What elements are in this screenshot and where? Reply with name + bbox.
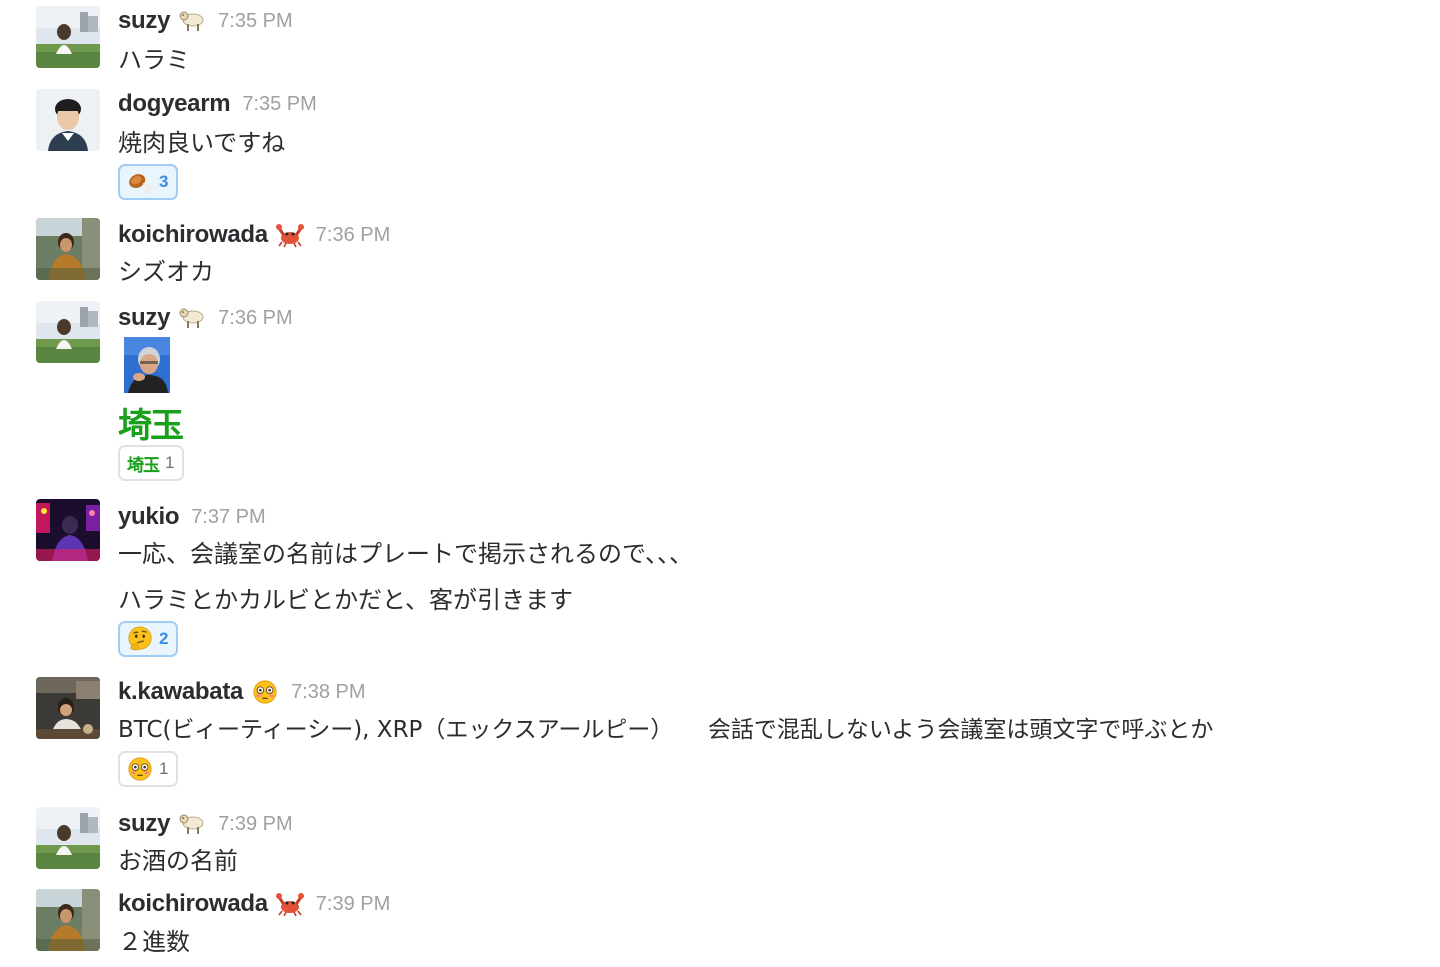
message-text: シズオカ [118,258,214,286]
message-header: koichirowada 7:39 PM [118,889,390,919]
avatar[interactable] [36,677,100,739]
sheep-icon [178,8,206,34]
reaction-count: 1 [159,759,169,778]
flushed-face-icon [251,679,279,705]
avatar[interactable] [36,301,100,363]
reaction-pill[interactable]: 埼玉 1 [118,445,185,481]
message-header: suzy 7:36 PM [118,303,293,333]
message-header: suzy 7:35 PM [118,6,293,36]
author-name[interactable]: suzy [118,7,170,35]
reaction-count: 1 [165,453,175,472]
message-text: ２進数 [118,928,190,956]
crab-icon [276,222,304,248]
timestamp[interactable]: 7:35 PM [242,93,316,116]
timestamp[interactable]: 7:36 PM [316,224,390,247]
saitama-custom-emoji: 埼玉 [118,406,184,446]
timestamp[interactable]: 7:36 PM [218,307,292,330]
timestamp[interactable]: 7:38 PM [291,681,365,704]
timestamp[interactable]: 7:37 PM [191,506,265,529]
author-name[interactable]: dogyearm [118,90,231,118]
author-name[interactable]: koichirowada [118,890,268,918]
author-name[interactable]: koichirowada [118,221,268,249]
message-text: ハラミ [118,46,190,74]
avatar[interactable] [36,89,100,151]
message-header: koichirowada 7:36 PM [118,220,390,250]
saitama-emoji: 埼玉 [127,455,160,476]
avatar[interactable] [36,499,100,561]
message-text: ハラミとかカルビとかだと、客が引きます [118,586,574,614]
reaction-count: 2 [159,629,169,648]
author-name[interactable]: k.kawabata [118,678,243,706]
message-header: yukio 7:37 PM [118,502,266,532]
message-text: お酒の名前 [118,847,238,875]
avatar[interactable] [36,6,100,68]
message-header: suzy 7:39 PM [118,809,293,839]
avatar[interactable] [36,807,100,869]
message-text: 焼肉良いですね [118,129,286,157]
portrait-emoji-image [124,337,170,393]
author-name[interactable]: yukio [118,503,179,531]
author-name[interactable]: suzy [118,304,170,332]
reaction-pill[interactable]: 3 [118,164,179,200]
avatar[interactable] [36,218,100,280]
message-header: k.kawabata 7:38 PM [118,677,366,707]
author-name[interactable]: suzy [118,810,170,838]
timestamp[interactable]: 7:35 PM [218,10,292,33]
thinking-face-icon [127,626,153,652]
message-text: BTC(ビィーティーシー), XRP（エックスアールピー） 会話で混乱しないよう… [118,717,1214,743]
sheep-icon [178,811,206,837]
sheep-icon [178,305,206,331]
reaction-pill[interactable]: 2 [118,621,179,657]
reaction-count: 3 [159,172,169,191]
crab-icon [276,891,304,917]
meat-on-bone-icon [127,169,153,195]
message-header: dogyearm 7:35 PM [118,89,317,119]
message-text: 一応、会議室の名前はプレートで掲示されるので、、、 [118,540,694,568]
flushed-face-icon [127,756,153,782]
reaction-pill[interactable]: 1 [118,751,179,787]
timestamp[interactable]: 7:39 PM [316,893,390,916]
timestamp[interactable]: 7:39 PM [218,813,292,836]
avatar[interactable] [36,889,100,951]
